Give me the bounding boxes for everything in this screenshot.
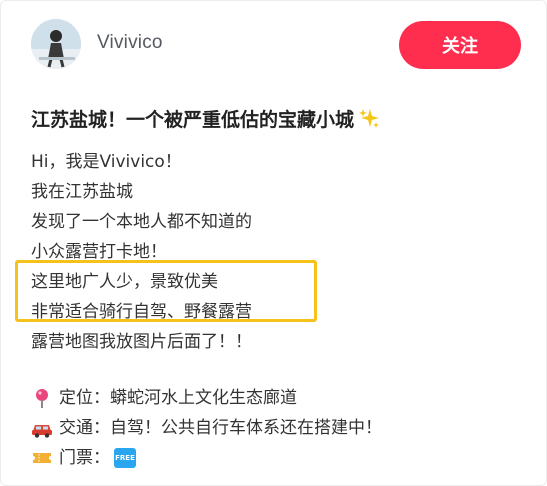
post-info: 定位：蟒蛇河水上文化生态廊道 交通：自驾！公共自行车体系还在搭建中！ 门票： F… [31,383,382,473]
map-pin-icon [31,387,53,409]
post-title-text: 江苏盐城！一个被严重低估的宝藏小城 [31,109,355,131]
body-line: 发现了一个本地人都不知道的 [31,212,252,232]
info-location: 定位：蟒蛇河水上文化生态廊道 [31,383,382,413]
avatar-photo [31,19,81,69]
sparkles-icon [358,107,380,134]
info-transport: 交通：自驾！公共自行车体系还在搭建中！ [31,413,382,443]
highlight-annotation-box [15,260,317,322]
info-transport-text: 交通：自驾！公共自行车体系还在搭建中！ [59,418,382,438]
body-line: Hi，我是Vivivico！ [31,152,182,172]
body-line: 露营地图我放图片后面了！！ [31,332,252,352]
author-username[interactable]: Vivivico [97,32,163,54]
follow-button[interactable]: 关注 [399,21,521,69]
free-badge: FREE [114,448,136,468]
post-header: Vivivico 关注 [1,1,547,91]
info-ticket: 门票： FREE [31,443,382,473]
car-icon [31,417,53,439]
post-title: 江苏盐城！一个被严重低估的宝藏小城 [31,105,380,134]
post-body: Hi，我是Vivivico！ 我在江苏盐城 发现了一个本地人都不知道的 小众露营… [31,147,252,357]
post-card: Vivivico 关注 江苏盐城！一个被严重低估的宝藏小城 Hi，我是Viviv… [0,0,547,486]
info-location-text: 定位：蟒蛇河水上文化生态廊道 [59,388,297,408]
info-ticket-text: 门票： [59,448,110,468]
body-line: 我在江苏盐城 [31,182,133,202]
author-avatar[interactable] [31,19,81,69]
ticket-icon [31,447,53,469]
